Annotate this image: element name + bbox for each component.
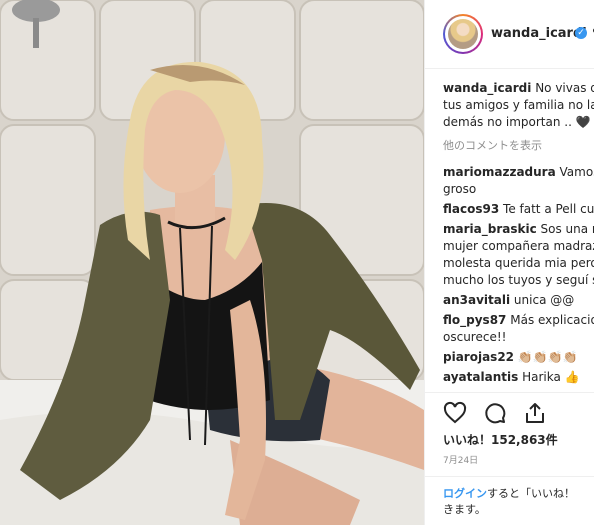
login-prompt: ログインすると「いいね！ きます。 bbox=[425, 476, 594, 525]
photo-illustration bbox=[0, 0, 424, 525]
comment-username[interactable]: an3avitali bbox=[443, 293, 510, 307]
comment-username[interactable]: maria_braskic bbox=[443, 222, 537, 236]
share-icon[interactable] bbox=[523, 401, 547, 425]
caption-line: tus amigos y familia no las bbox=[443, 98, 594, 112]
comment-username[interactable]: mariomazzadura bbox=[443, 165, 556, 179]
comment-text: Vamos M bbox=[559, 165, 594, 179]
comment-text-cont: molesta querida mia pero bbox=[443, 256, 594, 270]
caption-line: demás no importan .. 🖤 bbox=[443, 115, 591, 129]
comment-username[interactable]: ayatalantis bbox=[443, 370, 518, 384]
header-username[interactable]: wanda_icardi bbox=[491, 26, 587, 41]
avatar-ring-inner bbox=[445, 16, 481, 52]
post-side-panel: wanda_icardi ✓ • wanda_icardi No vivas d… bbox=[424, 0, 594, 525]
comment-text-cont: groso bbox=[443, 182, 477, 196]
comment-username[interactable]: flo_pys87 bbox=[443, 313, 506, 327]
comment-text-cont: mujer compañera madraza bbox=[443, 239, 594, 253]
caption-username[interactable]: wanda_icardi bbox=[443, 81, 531, 95]
comment-item: an3avitali unica @@ bbox=[443, 292, 594, 309]
comment-icon[interactable] bbox=[483, 401, 507, 425]
comment-text: Sos una mu bbox=[540, 222, 594, 236]
login-text: すると「いいね！ bbox=[487, 487, 575, 500]
heart-icon[interactable] bbox=[443, 401, 467, 425]
comment-item: piarojas22 👏🏼👏🏼👏🏼👏🏼 bbox=[443, 349, 594, 366]
post-photo[interactable] bbox=[0, 0, 424, 525]
post-header: wanda_icardi ✓ • bbox=[425, 0, 594, 69]
verified-badge-icon: ✓ bbox=[575, 27, 587, 39]
comment-text: Te fatt a Pell cu D bbox=[503, 202, 594, 216]
comment-item: maria_braskic Sos una mu mujer compañera… bbox=[443, 221, 594, 289]
likes-count[interactable]: いいね！152,863件 bbox=[443, 431, 558, 448]
comments-section: wanda_icardi No vivas dar tus amigos y f… bbox=[443, 80, 594, 389]
comment-item: mariomazzadura Vamos M groso bbox=[443, 164, 594, 198]
comment-text-cont: oscurece!! bbox=[443, 330, 507, 344]
comment-text: Más explicacior bbox=[510, 313, 594, 327]
comment-text: 👏🏼👏🏼👏🏼👏🏼 bbox=[517, 350, 578, 364]
post-date[interactable]: 7月24日 bbox=[443, 453, 478, 466]
caption-line: No vivas dar bbox=[535, 81, 594, 95]
comment-item: flacos93 Te fatt a Pell cu D bbox=[443, 201, 594, 218]
avatar-image bbox=[448, 19, 478, 49]
comment-text-cont: mucho los tuyos y seguí si bbox=[443, 273, 594, 287]
comment-text: unica @@ bbox=[513, 293, 575, 307]
comment-item: ayatalantis Harika 👍 bbox=[443, 369, 594, 386]
comment-item: flo_pys87 Más explicacior oscurece!! bbox=[443, 312, 594, 346]
login-text-cont: きます。 bbox=[443, 503, 486, 516]
comment-username[interactable]: flacos93 bbox=[443, 202, 499, 216]
login-link[interactable]: ログイン bbox=[443, 487, 487, 500]
comment-text: Harika 👍 bbox=[522, 370, 580, 384]
avatar[interactable] bbox=[443, 14, 483, 54]
load-more-comments-link[interactable]: 他のコメントを表示 bbox=[443, 137, 594, 154]
comment-username[interactable]: piarojas22 bbox=[443, 350, 514, 364]
caption: wanda_icardi No vivas dar tus amigos y f… bbox=[443, 80, 594, 131]
